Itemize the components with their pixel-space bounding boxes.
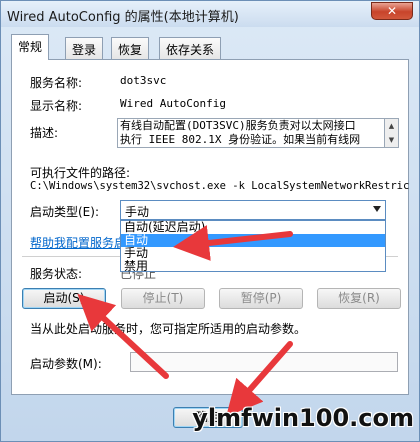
- tab-logon[interactable]: 登录: [65, 37, 104, 59]
- description-text[interactable]: 有线自动配置(DOT3SVC)服务负责对以太网接口 执行 IEEE 802.1X…: [117, 118, 385, 148]
- description-scrollbar[interactable]: ▲ ▼: [385, 118, 399, 148]
- title-bar[interactable]: Wired AutoConfig 的属性(本地计算机) ✕: [1, 1, 419, 27]
- chevron-down-icon: [373, 206, 381, 212]
- startup-type-dropdown[interactable]: 自动(延迟启动) 自动 手动 禁用: [120, 220, 386, 273]
- general-panel: 服务名称: dot3svc 显示名称: Wired AutoConfig 描述:…: [11, 59, 409, 395]
- start-button[interactable]: 启动(S): [22, 288, 106, 309]
- resume-button[interactable]: 恢复(R): [317, 288, 401, 309]
- scroll-down-icon[interactable]: ▼: [385, 133, 398, 147]
- start-params-label: 启动参数(M):: [30, 357, 102, 371]
- close-icon: ✕: [386, 4, 398, 18]
- description-line: 有线自动配置(DOT3SVC)服务负责对以太网接口: [120, 119, 356, 132]
- scroll-up-icon[interactable]: ▲: [385, 119, 398, 133]
- startup-type-select[interactable]: 手动: [120, 200, 386, 220]
- option-auto-delayed[interactable]: 自动(延迟启动): [121, 221, 385, 234]
- stop-button[interactable]: 停止(T): [121, 288, 205, 309]
- description-line: 执行 IEEE 802.1X 身份验证。如果当前有线网: [120, 133, 361, 146]
- start-params-input[interactable]: [130, 352, 398, 372]
- tab-label: 常规: [18, 40, 43, 54]
- exec-path-label: 可执行文件的路径:: [30, 166, 131, 180]
- properties-window: Wired AutoConfig 的属性(本地计算机) ✕ 常规 登录 恢复 依…: [0, 0, 420, 442]
- display-name-label: 显示名称:: [30, 99, 83, 113]
- option-manual[interactable]: 手动: [121, 247, 385, 260]
- tab-label: 依存关系: [166, 43, 215, 57]
- close-button[interactable]: ✕: [371, 2, 413, 20]
- startup-type-label: 启动类型(E):: [30, 205, 99, 219]
- exec-path-value: C:\Windows\system32\svchost.exe -k Local…: [30, 180, 410, 192]
- start-params-hint: 当从此处启动服务时，您可指定所适用的启动参数。: [30, 322, 307, 336]
- help-configure-link[interactable]: 帮助我配置服务启: [30, 234, 126, 251]
- tab-dependencies[interactable]: 依存关系: [159, 37, 222, 59]
- service-status-label: 服务状态:: [30, 267, 83, 281]
- display-name-value: Wired AutoConfig: [120, 97, 226, 110]
- startup-type-value: 手动: [125, 205, 150, 219]
- tab-general[interactable]: 常规: [11, 34, 50, 60]
- tab-label: 恢复: [118, 43, 143, 57]
- tab-recovery[interactable]: 恢复: [111, 37, 150, 59]
- description-label: 描述:: [30, 126, 59, 140]
- option-auto[interactable]: 自动: [121, 234, 385, 247]
- option-disabled[interactable]: 禁用: [121, 260, 385, 273]
- watermark-text: ylmfwin100.com: [192, 404, 414, 432]
- service-name-label: 服务名称:: [30, 76, 83, 90]
- window-title: Wired AutoConfig 的属性(本地计算机): [7, 10, 239, 25]
- pause-button[interactable]: 暂停(P): [219, 288, 303, 309]
- tab-label: 登录: [72, 43, 97, 57]
- service-name-value: dot3svc: [120, 74, 167, 87]
